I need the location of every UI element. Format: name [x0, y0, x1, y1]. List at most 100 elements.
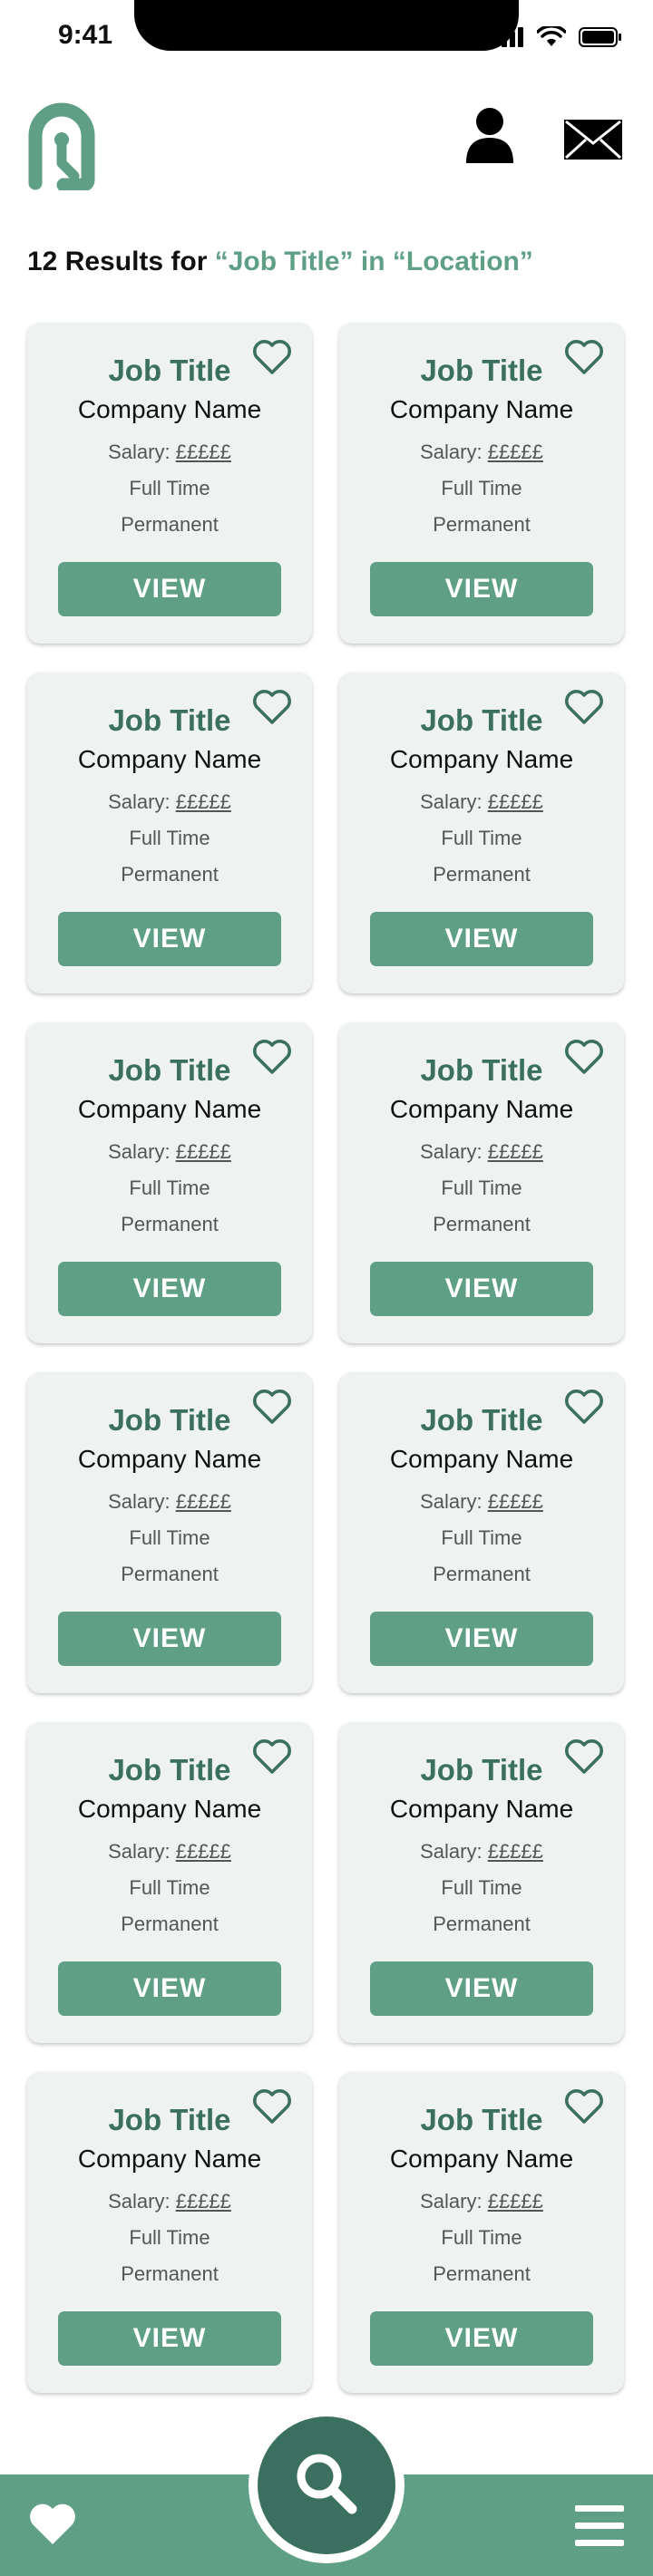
company-name: Company Name [77, 1795, 262, 1823]
salary-label: Salary: [108, 1840, 176, 1863]
heart-icon[interactable] [27, 2502, 78, 2547]
job-title[interactable]: Job Title [27, 2103, 312, 2137]
signal-icon [493, 27, 523, 47]
company-name: Company Name [389, 745, 574, 773]
job-type: Full Time [441, 1177, 522, 1199]
salary-value: £££££ [487, 1140, 543, 1163]
salary-value: £££££ [175, 1490, 231, 1513]
job-salary: Salary: £££££ [339, 441, 624, 464]
job-type: Full Time [441, 827, 522, 849]
company-name: Company Name [389, 1095, 574, 1123]
user-icon[interactable] [464, 107, 515, 165]
mail-icon[interactable] [562, 118, 624, 161]
job-card[interactable]: Job Title Company Name Salary: £££££ Ful… [27, 1722, 312, 2043]
job-title[interactable]: Job Title [27, 703, 312, 738]
company-name: Company Name [77, 395, 262, 423]
job-card[interactable]: Job Title Company Name Salary: £££££ Ful… [27, 2072, 312, 2393]
job-term: Permanent [121, 1563, 219, 1585]
job-salary: Salary: £££££ [339, 2190, 624, 2213]
job-type: Full Time [129, 827, 210, 849]
view-job-button[interactable]: VIEW [58, 2311, 281, 2366]
job-title[interactable]: Job Title [339, 1053, 624, 1088]
job-salary: Salary: £££££ [339, 1490, 624, 1514]
job-title[interactable]: Job Title [339, 1403, 624, 1438]
job-salary: Salary: £££££ [339, 1840, 624, 1864]
job-title[interactable]: Job Title [27, 1053, 312, 1088]
job-salary: Salary: £££££ [27, 1140, 312, 1164]
view-job-button[interactable]: VIEW [370, 1961, 593, 2016]
company-name: Company Name [77, 1095, 262, 1123]
job-card[interactable]: Job Title Company Name Salary: £££££ Ful… [339, 1372, 624, 1693]
job-salary: Salary: £££££ [27, 790, 312, 814]
view-job-button[interactable]: VIEW [370, 1612, 593, 1666]
view-job-button[interactable]: VIEW [58, 1262, 281, 1316]
salary-label: Salary: [108, 1490, 176, 1513]
salary-label: Salary: [108, 1140, 176, 1163]
job-card[interactable]: Job Title Company Name Salary: £££££ Ful… [339, 323, 624, 644]
view-job-button[interactable]: VIEW [58, 912, 281, 966]
job-title[interactable]: Job Title [27, 1753, 312, 1787]
job-term: Permanent [433, 513, 531, 536]
job-card[interactable]: Job Title Company Name Salary: £££££ Ful… [339, 1022, 624, 1343]
job-term: Permanent [433, 1913, 531, 1935]
company-name: Company Name [389, 1795, 574, 1823]
company-name: Company Name [389, 395, 574, 423]
job-title[interactable]: Job Title [339, 353, 624, 388]
job-title[interactable]: Job Title [339, 1753, 624, 1787]
job-card[interactable]: Job Title Company Name Salary: £££££ Ful… [339, 673, 624, 993]
status-time: 9:41 [58, 20, 113, 50]
job-title[interactable]: Job Title [27, 353, 312, 388]
search-icon [297, 2454, 357, 2514]
salary-label: Salary: [108, 2190, 176, 2213]
view-job-button[interactable]: VIEW [370, 2311, 593, 2366]
job-type: Full Time [441, 477, 522, 499]
job-salary: Salary: £££££ [27, 1490, 312, 1514]
job-type: Full Time [441, 1876, 522, 1899]
status-bar: 9:41 [0, 0, 653, 87]
job-salary: Salary: £££££ [339, 1140, 624, 1164]
results-query: “Job Title” [214, 247, 354, 276]
salary-value: £££££ [487, 1490, 543, 1513]
salary-value: £££££ [487, 790, 543, 813]
company-name: Company Name [389, 1445, 574, 1473]
job-type: Full Time [129, 2226, 210, 2249]
view-job-button[interactable]: VIEW [58, 562, 281, 616]
logo-icon[interactable] [27, 100, 96, 190]
job-salary: Salary: £££££ [339, 790, 624, 814]
company-name: Company Name [77, 1445, 262, 1473]
job-term: Permanent [121, 1213, 219, 1235]
view-job-button[interactable]: VIEW [58, 1961, 281, 2016]
salary-label: Salary: [108, 790, 176, 813]
results-location: “Location” [392, 247, 533, 276]
job-type: Full Time [441, 2226, 522, 2249]
salary-label: Salary: [420, 790, 488, 813]
job-card[interactable]: Job Title Company Name Salary: £££££ Ful… [339, 1722, 624, 2043]
job-salary: Salary: £££££ [27, 1840, 312, 1864]
app-header [0, 91, 653, 199]
job-title[interactable]: Job Title [27, 1403, 312, 1438]
job-card[interactable]: Job Title Company Name Salary: £££££ Ful… [27, 1372, 312, 1693]
hamburger-menu-icon[interactable] [575, 2505, 624, 2547]
salary-label: Salary: [420, 1490, 488, 1513]
job-salary: Salary: £££££ [27, 2190, 312, 2213]
results-in: in [353, 247, 393, 276]
view-job-button[interactable]: VIEW [370, 1262, 593, 1316]
view-job-button[interactable]: VIEW [58, 1612, 281, 1666]
job-title[interactable]: Job Title [339, 2103, 624, 2137]
view-job-button[interactable]: VIEW [370, 562, 593, 616]
job-type: Full Time [129, 477, 210, 499]
job-card[interactable]: Job Title Company Name Salary: £££££ Ful… [339, 2072, 624, 2393]
job-card[interactable]: Job Title Company Name Salary: £££££ Ful… [27, 673, 312, 993]
salary-value: £££££ [175, 790, 231, 813]
salary-value: £££££ [487, 1840, 543, 1863]
results-heading: 12 Results for “Job Title” in “Location” [27, 247, 533, 277]
job-card[interactable]: Job Title Company Name Salary: £££££ Ful… [27, 1022, 312, 1343]
view-job-button[interactable]: VIEW [370, 912, 593, 966]
job-term: Permanent [121, 863, 219, 886]
salary-label: Salary: [108, 441, 176, 463]
job-term: Permanent [121, 1913, 219, 1935]
job-title[interactable]: Job Title [339, 703, 624, 738]
search-button[interactable] [249, 2407, 404, 2563]
salary-value: £££££ [175, 2190, 231, 2213]
job-card[interactable]: Job Title Company Name Salary: £££££ Ful… [27, 323, 312, 644]
